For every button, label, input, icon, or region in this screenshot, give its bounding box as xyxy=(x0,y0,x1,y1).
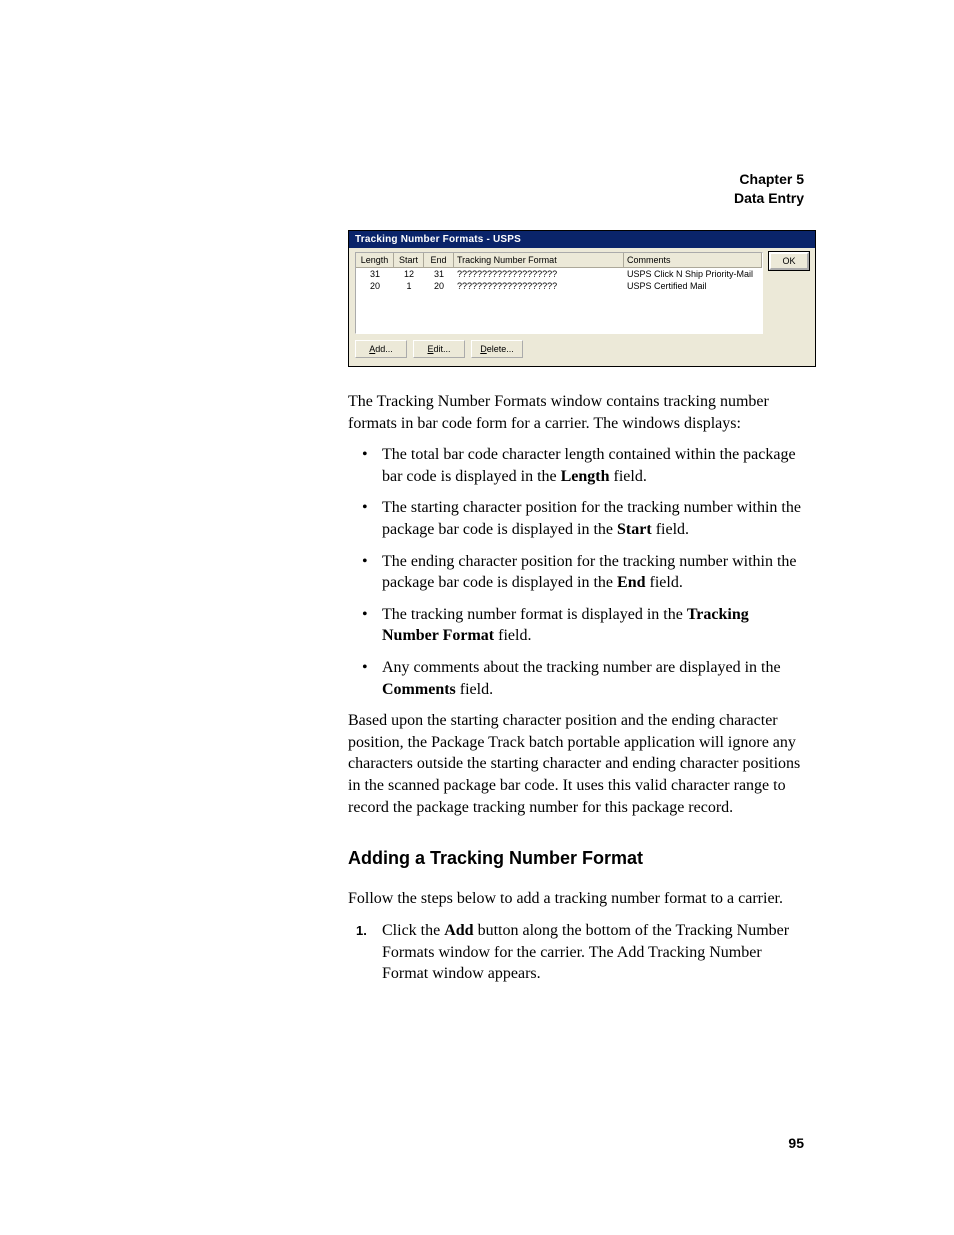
button-row: Add... Edit... Delete... xyxy=(355,340,809,358)
chapter-title: Data Entry xyxy=(734,189,804,208)
step-1: Click the Add button along the bottom of… xyxy=(368,920,804,985)
page: Chapter 5 Data Entry Tracking Number For… xyxy=(0,0,954,1235)
body-text: The Tracking Number Formats window conta… xyxy=(348,391,804,985)
add-button[interactable]: Add... xyxy=(355,340,407,358)
bullet-length: The total bar code character length cont… xyxy=(368,444,804,487)
delete-button[interactable]: Delete... xyxy=(471,340,523,358)
bullet-format: The tracking number format is displayed … xyxy=(368,604,804,647)
page-number: 95 xyxy=(788,1135,804,1151)
page-header: Chapter 5 Data Entry xyxy=(734,170,804,208)
cell-format: ???????????????????? xyxy=(454,268,624,280)
explanation-paragraph: Based upon the starting character positi… xyxy=(348,710,804,818)
col-header-length[interactable]: Length xyxy=(356,253,394,267)
cell-end: 20 xyxy=(424,280,454,292)
table-row[interactable]: 20 1 20 ???????????????????? USPS Certif… xyxy=(356,280,762,292)
cell-format: ???????????????????? xyxy=(454,280,624,292)
intro-paragraph: The Tracking Number Formats window conta… xyxy=(348,391,804,434)
cell-end: 31 xyxy=(424,268,454,280)
cell-start: 12 xyxy=(394,268,424,280)
list-header: Length Start End Tracking Number Format … xyxy=(356,253,762,268)
ok-button[interactable]: OK xyxy=(769,252,809,270)
window-titlebar: Tracking Number Formats - USPS xyxy=(349,231,815,248)
cell-length: 31 xyxy=(356,268,394,280)
field-bullets: The total bar code character length cont… xyxy=(348,444,804,700)
window-body: Length Start End Tracking Number Format … xyxy=(349,248,815,366)
bullet-start: The starting character position for the … xyxy=(368,497,804,540)
table-row[interactable]: 31 12 31 ???????????????????? USPS Click… xyxy=(356,268,762,280)
steps-intro: Follow the steps below to add a tracking… xyxy=(348,888,804,910)
col-header-comments[interactable]: Comments xyxy=(624,253,762,267)
tracking-formats-list[interactable]: Length Start End Tracking Number Format … xyxy=(355,252,763,334)
cell-comments: USPS Click N Ship Priority-Mail xyxy=(624,268,762,280)
col-header-end[interactable]: End xyxy=(424,253,454,267)
bullet-end: The ending character position for the tr… xyxy=(368,551,804,594)
col-header-start[interactable]: Start xyxy=(394,253,424,267)
tracking-formats-window: Tracking Number Formats - USPS Length St… xyxy=(348,230,816,367)
chapter-label: Chapter 5 xyxy=(734,170,804,189)
section-heading: Adding a Tracking Number Format xyxy=(348,846,804,870)
cell-length: 20 xyxy=(356,280,394,292)
cell-comments: USPS Certified Mail xyxy=(624,280,762,292)
steps-list: Click the Add button along the bottom of… xyxy=(348,920,804,985)
bullet-comments: Any comments about the tracking number a… xyxy=(368,657,804,700)
list-area: Length Start End Tracking Number Format … xyxy=(355,252,809,334)
edit-button[interactable]: Edit... xyxy=(413,340,465,358)
col-header-format[interactable]: Tracking Number Format xyxy=(454,253,624,267)
cell-start: 1 xyxy=(394,280,424,292)
